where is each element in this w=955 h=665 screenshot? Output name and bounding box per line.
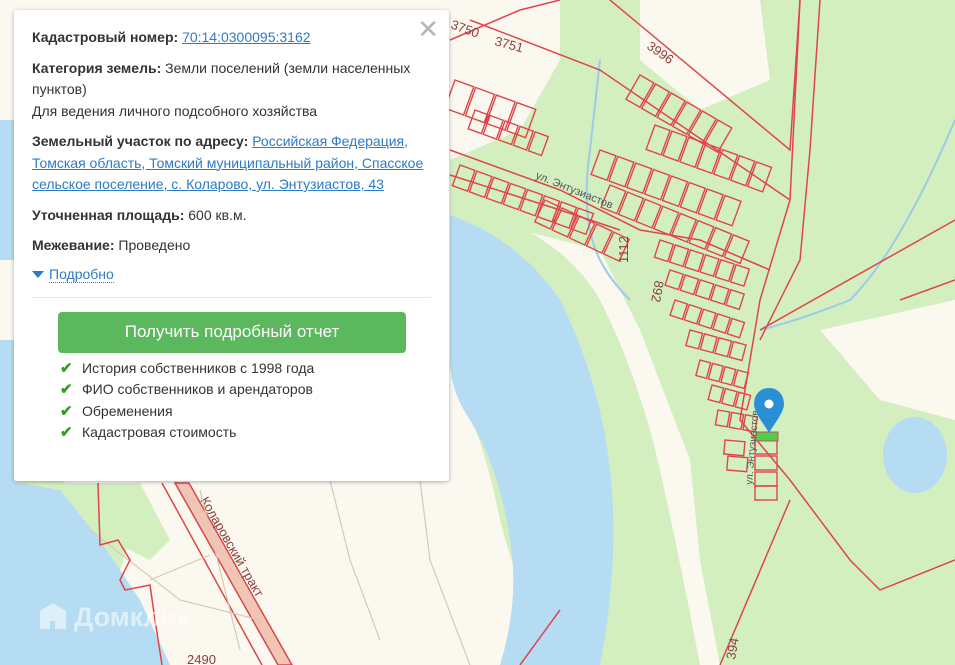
checkmark-icon: ✔ [60,359,73,377]
survey-value: Проведено [118,237,191,253]
watermark-text: Домклик [74,601,191,632]
domclick-watermark: Домклик [38,601,191,633]
details-link[interactable]: Подробно [49,266,114,283]
feature-text: Обременения [82,402,173,419]
parcel-info-popup: ✕ Кадастровый номер: 70:14:0300095:3162 … [14,10,449,481]
area-value: 600 кв.м. [188,206,247,223]
domclick-logo-icon [40,603,66,629]
feature-text: Кадастровая стоимость [82,424,237,440]
survey-label: Межевание: [32,237,115,253]
feature-item: ✔ ФИО собственников и арендаторов [60,379,431,401]
feature-text: История собственников с 1998 года [82,359,315,376]
category-row: Категория земель: Земли поселений (земли… [32,58,431,123]
feature-item: ✔ Обременения [60,401,431,423]
report-features-list: ✔ История собственников с 1998 года ✔ ФИО … [60,358,431,444]
feature-text: ФИО собственников и арендаторов [82,381,313,397]
checkmark-icon: ✔ [60,402,73,420]
area-label: Уточненная площадь: [32,206,185,223]
feature-item: ✔ История собственников с 1998 года [60,358,431,380]
cadastral-row: Кадастровый номер: 70:14:0300095:3162 [32,27,431,49]
usage-value: Для ведения личного подсобного хозяйства [32,102,318,119]
cadastral-number-link[interactable]: 70:14:0300095:3162 [182,29,310,45]
category-label: Категория земель: [32,59,162,76]
get-report-button[interactable]: Получить подробный отчет [58,311,406,353]
feature-item: ✔ Кадастровая стоимость [60,422,431,444]
caret-down-icon [32,270,44,278]
close-icon[interactable]: ✕ [417,16,439,42]
checkmark-icon: ✔ [60,381,73,398]
cadastral-label: Кадастровый номер: [32,29,179,45]
area-row: Уточненная площадь: 600 кв.м. [32,205,431,227]
address-label: Земельный участок по адресу: [32,133,249,149]
divider [32,296,431,298]
parcel-label-2490: 2490 [187,652,216,665]
checkmark-icon: ✔ [60,424,73,441]
parcel-label-1112: 1112 [616,236,631,263]
survey-row: Межевание: Проведено [32,235,431,257]
details-toggle[interactable]: Подробно [32,266,431,283]
address-row: Земельный участок по адресу: Российская … [32,131,431,196]
